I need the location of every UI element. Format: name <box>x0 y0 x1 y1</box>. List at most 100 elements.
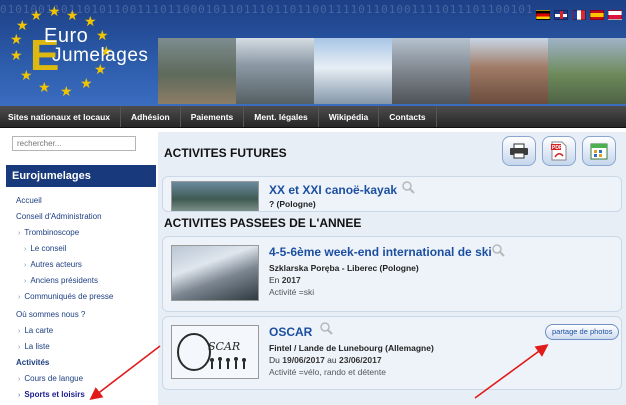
photo-share-button[interactable]: partage de photos <box>545 324 620 340</box>
nav-paiements[interactable]: Paiements <box>181 106 245 127</box>
logo-star: ★ <box>48 3 61 19</box>
nav-adhesion[interactable]: Adhésion <box>121 106 181 127</box>
logo-line-euro: Euro <box>44 25 89 47</box>
banner-photo <box>158 38 236 104</box>
search-input[interactable] <box>12 136 136 151</box>
event-location: Fintel / Lande de Lunebourg (Allemagne) <box>269 343 434 353</box>
sidebar-item-la-carte[interactable]: › La carte <box>18 324 53 338</box>
event-date: Du 19/06/2017 au 23/06/2017 <box>269 355 382 365</box>
zoom-icon[interactable] <box>319 321 333 335</box>
event-thumbnail[interactable]: SCAR <box>171 325 259 379</box>
chevron-right-icon: › <box>24 278 27 285</box>
sidebar-title: Eurojumelages <box>6 165 156 187</box>
sidebar-item-label: Accueil <box>16 196 42 205</box>
event-card-oscar[interactable]: SCAR OSCAR partage de photos Fintel / La… <box>162 316 622 390</box>
logo-star: ★ <box>10 47 23 63</box>
sidebar: Eurojumelages Accueil Conseil d'Administ… <box>4 132 156 405</box>
nav-contacts[interactable]: Contacts <box>379 106 437 127</box>
event-date-prefix: En <box>269 275 280 285</box>
toolbar: PDF <box>502 136 616 166</box>
logo-star: ★ <box>60 83 73 99</box>
event-title[interactable]: XX et XXI canoë-kayak <box>269 183 397 197</box>
svg-text:PDF: PDF <box>552 145 562 151</box>
event-location: ? (Pologne) <box>269 199 316 209</box>
sidebar-item-label: Autres acteurs <box>30 260 82 269</box>
chevron-right-icon: › <box>24 246 27 253</box>
sidebar-item-ou-sommes-nous[interactable]: Où sommes nous ? <box>16 308 85 322</box>
banner-photo <box>392 38 470 104</box>
event-date-end: 23/06/2017 <box>339 355 382 365</box>
sidebar-item-conseil-administration[interactable]: Conseil d'Administration <box>16 210 102 224</box>
event-type: Activité =ski <box>269 287 315 297</box>
chevron-right-icon: › <box>18 294 21 301</box>
sidebar-item-autres-acteurs[interactable]: › Autres acteurs <box>24 258 82 272</box>
event-date-mid: au <box>327 355 337 365</box>
sidebar-item-label: La liste <box>24 342 50 351</box>
banner-photo <box>548 38 626 104</box>
future-event-card[interactable]: XX et XXI canoë-kayak ? (Pologne) <box>162 176 622 212</box>
language-flags <box>536 10 622 20</box>
sidebar-item-label: Trombinoscope <box>24 228 80 237</box>
zoom-icon[interactable] <box>401 180 415 194</box>
calendar-icon <box>590 143 608 160</box>
sidebar-item-label: Sports et loisirs <box>24 390 85 399</box>
sidebar-item-communiques[interactable]: › Communiqués de presse <box>18 290 113 304</box>
flag-germany-icon[interactable] <box>536 10 550 20</box>
banner-photo <box>470 38 548 104</box>
sidebar-item-label: Activités <box>16 358 50 367</box>
event-date: En 2017 <box>269 275 301 285</box>
sidebar-item-label: Où sommes nous ? <box>16 310 86 319</box>
logo-star: ★ <box>30 7 43 23</box>
event-title[interactable]: OSCAR <box>269 325 312 339</box>
main-nav: Sites nationaux et locaux Adhésion Paiem… <box>0 106 626 128</box>
event-date-prefix: Du <box>269 355 280 365</box>
chevron-right-icon: › <box>24 262 27 269</box>
sidebar-item-label: Conseil d'Administration <box>16 212 102 221</box>
event-location: Szklarska Poręba - Liberec (Pologne) <box>269 263 419 273</box>
site-logo[interactable]: Euro Jumelages <box>44 26 148 66</box>
flag-uk-icon[interactable] <box>554 10 568 20</box>
logo-star: ★ <box>10 31 23 47</box>
pdf-button[interactable]: PDF <box>542 136 576 166</box>
flag-spain-icon[interactable] <box>590 10 604 20</box>
sidebar-item-le-conseil[interactable]: › Le conseil <box>24 242 66 256</box>
print-button[interactable] <box>502 136 536 166</box>
event-type: Activité =vélo, rando et détente <box>269 367 386 377</box>
logo-star: ★ <box>80 75 93 91</box>
sidebar-item-cours-de-langue[interactable]: › Cours de langue <box>18 372 83 386</box>
sidebar-item-activites[interactable]: Activités <box>16 356 49 370</box>
banner-photo <box>314 38 392 104</box>
main-content: PDF ACTIVITES FUTURES XX et XXI canoë-ka… <box>158 132 626 405</box>
chevron-right-icon: › <box>18 392 21 399</box>
flag-france-icon[interactable] <box>572 10 586 20</box>
event-card-ski[interactable]: 4-5-6ème week-end international de ski S… <box>162 236 622 312</box>
chevron-right-icon: › <box>18 328 21 335</box>
sidebar-item-label: La carte <box>24 326 54 335</box>
past-activities-title: ACTIVITES PASSEES DE L'ANNEE <box>164 216 362 230</box>
nav-wikipedia[interactable]: Wikipédia <box>319 106 380 127</box>
event-thumbnail[interactable] <box>171 245 259 301</box>
sidebar-item-accueil[interactable]: Accueil <box>16 194 42 208</box>
event-thumbnail[interactable] <box>171 181 259 211</box>
event-title[interactable]: 4-5-6ème week-end international de ski <box>269 245 492 259</box>
banner-photo <box>236 38 314 104</box>
logo-line-jumelages: Jumelages <box>52 45 149 66</box>
chevron-right-icon: › <box>18 376 21 383</box>
nav-mentions-legales[interactable]: Ment. légales <box>244 106 319 127</box>
sidebar-item-la-liste[interactable]: › La liste <box>18 340 50 354</box>
event-date-value: 2017 <box>281 275 301 285</box>
flag-poland-icon[interactable] <box>608 10 622 20</box>
sidebar-item-trombinoscope[interactable]: › Trombinoscope <box>18 226 79 240</box>
chevron-right-icon: › <box>18 344 21 351</box>
zoom-icon[interactable] <box>491 243 505 257</box>
nav-sites[interactable]: Sites nationaux et locaux <box>0 106 122 127</box>
pdf-icon: PDF <box>551 141 567 161</box>
logo-star: ★ <box>16 17 29 33</box>
calendar-button[interactable] <box>582 136 616 166</box>
future-activities-title: ACTIVITES FUTURES <box>164 146 287 160</box>
sidebar-item-sports-et-loisirs[interactable]: › Sports et loisirs <box>18 388 85 402</box>
site-banner: 0101001101101011001110110001011011101101… <box>0 0 626 106</box>
sidebar-item-anciens-presidents[interactable]: › Anciens présidents <box>24 274 98 288</box>
sidebar-item-label: Cours de langue <box>24 374 84 383</box>
chevron-right-icon: › <box>18 230 21 237</box>
